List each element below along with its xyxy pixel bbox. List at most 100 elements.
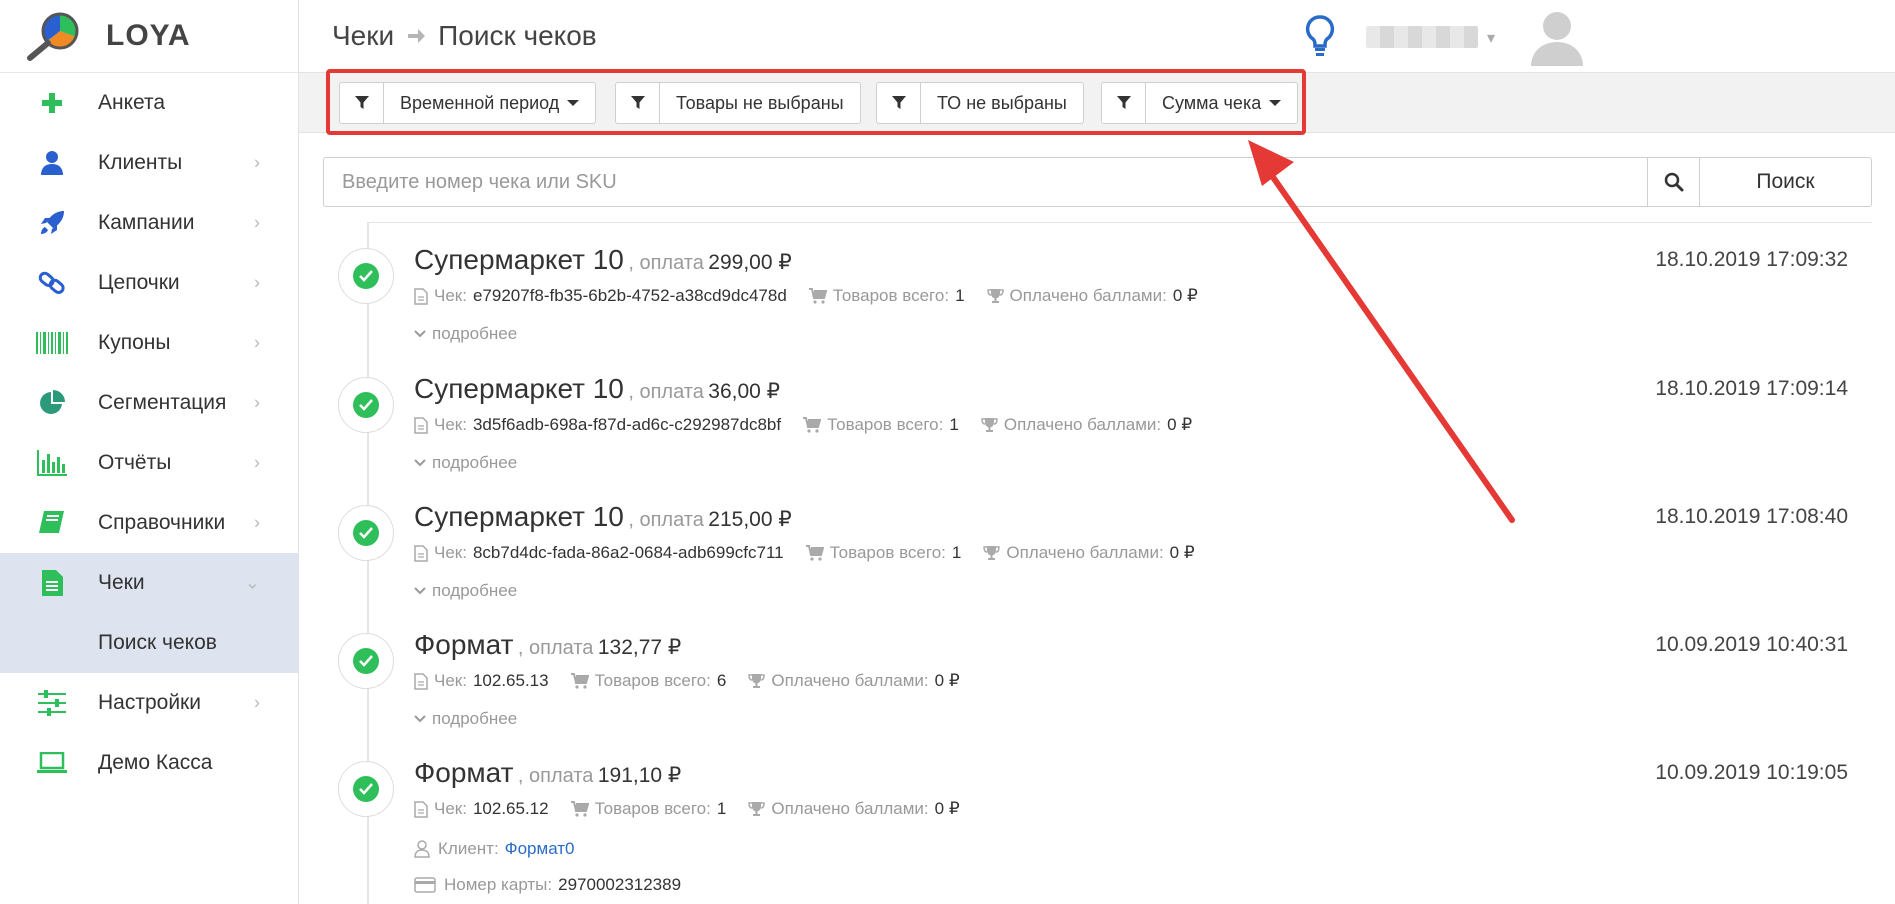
user-icon xyxy=(36,147,68,179)
client-label: Клиент: xyxy=(438,839,499,858)
receipt-meta: Чек: 3d5f6adb-698a-f87d-ad6c-c292987dc8bf… xyxy=(414,415,1214,435)
status-badge xyxy=(338,761,394,817)
logo-icon xyxy=(27,12,79,61)
sidebar-item-checks[interactable]: Чеки ⌄ xyxy=(0,553,298,613)
store-name: Формат xyxy=(414,757,514,788)
cart-icon xyxy=(803,417,822,433)
points-label: Оплачено баллами: xyxy=(1006,543,1164,562)
details-label: подробнее xyxy=(432,453,518,472)
user-name[interactable] xyxy=(1366,26,1478,48)
sidebar-item-label: Цепочки xyxy=(98,271,180,294)
details-toggle[interactable]: подробнее xyxy=(414,709,517,729)
chevron-down-icon xyxy=(414,330,426,338)
sidebar-item-settings[interactable]: Настройки › xyxy=(0,673,298,733)
details-toggle[interactable]: подробнее xyxy=(414,324,517,344)
pay-label: , оплата xyxy=(628,509,704,531)
barcode-icon xyxy=(36,327,68,359)
sidebar-item-clients[interactable]: Клиенты › xyxy=(0,133,298,193)
sidebar-item-chains[interactable]: Цепочки › xyxy=(0,253,298,313)
check-icon xyxy=(359,399,373,411)
goods-label: Товаров всего: xyxy=(827,415,944,434)
trophy-icon xyxy=(981,418,998,432)
sidebar-item-label: Справочники xyxy=(98,511,226,534)
cart-icon xyxy=(570,801,589,817)
cart-icon xyxy=(570,673,589,689)
sidebar-item-label: Кампании xyxy=(98,211,195,234)
store-name: Супермаркет 10 xyxy=(414,373,624,404)
laptop-icon xyxy=(36,747,68,779)
timeline-divider xyxy=(367,222,1872,223)
document-icon xyxy=(414,416,428,434)
client-link[interactable]: Формат0 xyxy=(505,839,575,859)
link-icon xyxy=(36,267,68,299)
receipt-date: 10.09.2019 10:19:05 xyxy=(1655,761,1848,784)
avatar[interactable] xyxy=(1529,8,1585,66)
trophy-icon xyxy=(748,802,766,816)
check-icon xyxy=(359,270,373,282)
cart-icon xyxy=(805,545,824,561)
goods-label: Товаров всего: xyxy=(594,671,711,690)
receipt-item[interactable]: Формат , оплата 191,10 ₽ 10.09.2019 10:1… xyxy=(338,747,1872,904)
status-badge xyxy=(338,633,394,689)
goods-label: Товаров всего: xyxy=(829,543,946,562)
chevron-right-icon: › xyxy=(254,332,260,353)
search-icon xyxy=(1664,172,1683,192)
page-title: Поиск чеков xyxy=(438,20,597,51)
points-value: 0 ₽ xyxy=(1167,415,1193,434)
check-label: Чек: xyxy=(434,415,467,434)
chevron-down-icon xyxy=(414,459,426,467)
check-number: e79207f8-fb35-6b2b-4752-a38cd9dc478d xyxy=(472,286,787,305)
sidebar-item-demo-cashier[interactable]: Демо Касса xyxy=(0,733,298,793)
sidebar-item-label: Купоны xyxy=(98,331,171,354)
details-toggle[interactable]: подробнее xyxy=(414,581,517,601)
sidebar-item-label: Чеки xyxy=(98,571,145,594)
logo[interactable]: LOYA xyxy=(0,0,298,73)
breadcrumb-item-checks[interactable]: Чеки xyxy=(332,20,394,52)
document-icon xyxy=(414,287,428,305)
sidebar-item-coupons[interactable]: Купоны › xyxy=(0,313,298,373)
check-icon xyxy=(359,655,373,667)
details-label: подробнее xyxy=(432,581,518,600)
search-button[interactable]: Поиск xyxy=(1699,158,1871,206)
points-label: Оплачено баллами: xyxy=(1003,415,1162,434)
sliders-icon xyxy=(36,687,68,719)
status-badge xyxy=(338,377,394,433)
amount: 132,77 ₽ xyxy=(597,636,682,659)
search-icon-button[interactable] xyxy=(1647,158,1699,206)
card-number: 2970002312389 xyxy=(558,875,682,894)
annotation-highlight-frame xyxy=(326,69,1306,135)
sidebar-item-directories[interactable]: Справочники › xyxy=(0,493,298,553)
receipt-date: 18.10.2019 17:08:40 xyxy=(1655,505,1848,528)
sidebar-subitem-check-search[interactable]: Поиск чеков xyxy=(0,613,298,673)
sidebar-item-campaigns[interactable]: Кампании › xyxy=(0,193,298,253)
chevron-right-icon: › xyxy=(254,512,260,533)
card-label: Номер карты: xyxy=(444,875,553,894)
lightbulb-icon[interactable] xyxy=(1303,14,1337,58)
receipt-title: Супермаркет 10 , оплата 299,00 ₽ xyxy=(414,244,792,276)
sidebar-item-segmentation[interactable]: Сегментация › xyxy=(0,373,298,433)
receipt-meta: Чек: 8cb7d4dc-fada-86a2-0684-adb699cfc711… xyxy=(414,543,1217,563)
search-bar: Поиск xyxy=(323,157,1872,207)
points-value: 0 ₽ xyxy=(1169,543,1195,562)
goods-count: 1 xyxy=(716,799,727,818)
details-toggle[interactable]: подробнее xyxy=(414,453,517,473)
check-label: Чек: xyxy=(434,543,467,562)
chevron-down-icon[interactable]: ▾ xyxy=(1487,28,1495,48)
search-input[interactable] xyxy=(324,158,1647,206)
check-label: Чек: xyxy=(434,286,467,305)
sidebar-item-anketa[interactable]: Анкета xyxy=(0,73,298,133)
plus-icon xyxy=(36,87,68,119)
receipt-card: Номер карты: 2970002312389 xyxy=(414,875,681,895)
receipt-title: Формат , оплата 132,77 ₽ xyxy=(414,629,681,661)
sidebar-item-reports[interactable]: Отчёты › xyxy=(0,433,298,493)
bar-chart-icon xyxy=(36,447,68,479)
chevron-right-icon: › xyxy=(254,272,260,293)
sidebar-item-label: Сегментация xyxy=(98,391,227,414)
check-label: Чек: xyxy=(434,799,467,818)
amount: 191,10 ₽ xyxy=(597,764,682,787)
document-icon xyxy=(414,672,428,690)
goods-count: 1 xyxy=(955,286,965,305)
points-label: Оплачено баллами: xyxy=(1009,286,1167,305)
receipt-client: Клиент: Формат0 xyxy=(414,839,575,859)
arrow-right-icon xyxy=(408,29,426,43)
